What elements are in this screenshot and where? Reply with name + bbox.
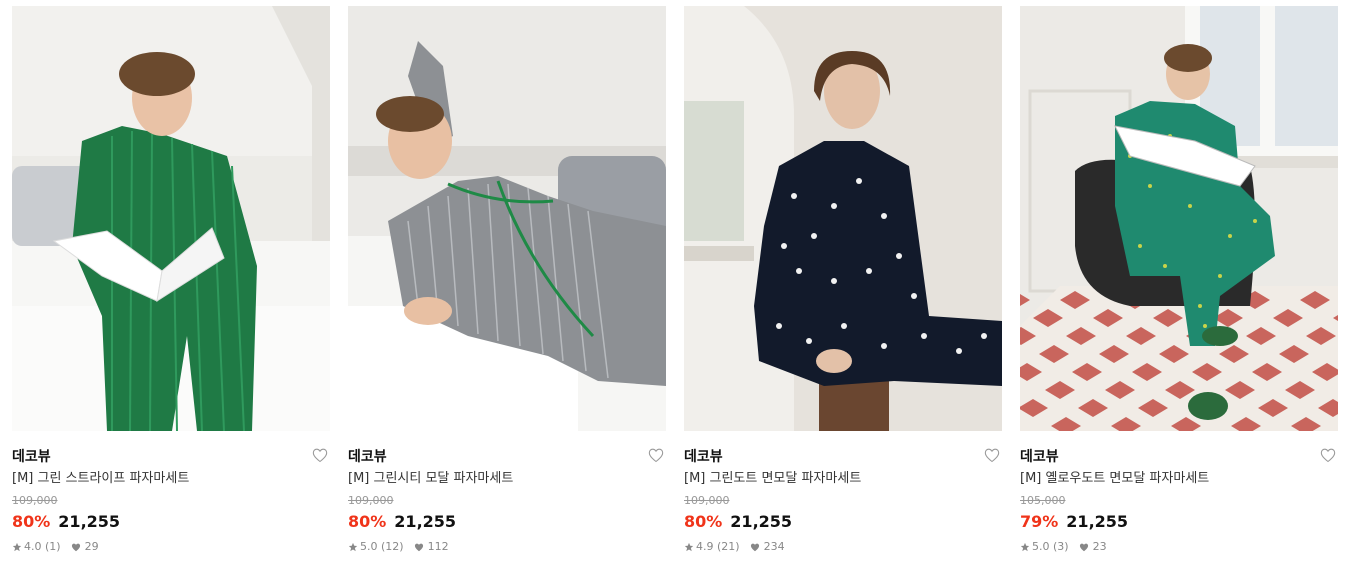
likes-count: 29 <box>84 540 99 553</box>
product-card[interactable]: 데코뷰 [M] 그린 스트라이프 파자마세트 109,000 80% 21,255… <box>12 6 330 554</box>
heart-filled-icon <box>414 543 423 551</box>
brand-row: 데코뷰 <box>12 446 330 466</box>
brand-name[interactable]: 데코뷰 <box>684 449 723 465</box>
discount-rate: 80% <box>348 512 387 531</box>
likes-count: 23 <box>1092 540 1107 553</box>
original-price: 105,000 <box>1020 494 1066 507</box>
original-price: 109,000 <box>348 494 394 507</box>
brand-row: 데코뷰 <box>1020 446 1338 466</box>
product-title[interactable]: [M] 그린도트 면모달 파자마세트 <box>684 470 1002 488</box>
heart-filled-icon <box>1079 543 1088 551</box>
heart-filled-icon <box>71 543 80 551</box>
star-icon <box>1020 542 1030 552</box>
heart-outline-icon[interactable] <box>648 448 664 463</box>
product-card[interactable]: 데코뷰 [M] 옐로우도트 면모달 파자마세트 105,000 79% 21,25… <box>1020 6 1338 554</box>
rating-text: 4.9 (21) <box>696 540 740 553</box>
product-title[interactable]: [M] 옐로우도트 면모달 파자마세트 <box>1020 470 1338 488</box>
star-icon <box>12 542 22 552</box>
heart-filled-icon <box>750 543 759 551</box>
original-price: 109,000 <box>684 494 730 507</box>
product-card[interactable]: 데코뷰 [M] 그린도트 면모달 파자마세트 109,000 80% 21,255… <box>684 6 1002 554</box>
product-meta: 4.0 (1) 29 <box>12 540 330 554</box>
likes-count: 234 <box>763 540 785 553</box>
price-row: 80% 21,255 <box>684 512 1002 532</box>
rating-text: 4.0 (1) <box>24 540 61 553</box>
heart-outline-icon[interactable] <box>1320 448 1336 463</box>
product-meta: 5.0 (3) 23 <box>1020 540 1338 554</box>
brand-name[interactable]: 데코뷰 <box>348 449 387 465</box>
rating-text: 5.0 (3) <box>1032 540 1069 553</box>
brand-row: 데코뷰 <box>684 446 1002 466</box>
brand-name[interactable]: 데코뷰 <box>1020 449 1059 465</box>
sale-price: 21,255 <box>1066 512 1129 531</box>
product-card[interactable]: 데코뷰 [M] 그린시티 모달 파자마세트 109,000 80% 21,255 … <box>348 6 666 554</box>
discount-rate: 79% <box>1020 512 1059 531</box>
product-meta: 5.0 (12) 112 <box>348 540 666 554</box>
original-price: 109,000 <box>12 494 58 507</box>
price-row: 80% 21,255 <box>12 512 330 532</box>
product-image[interactable] <box>1020 6 1338 431</box>
brand-row: 데코뷰 <box>348 446 666 466</box>
sale-price: 21,255 <box>730 512 793 531</box>
heart-outline-icon[interactable] <box>312 448 328 463</box>
price-row: 79% 21,255 <box>1020 512 1338 532</box>
brand-name[interactable]: 데코뷰 <box>12 449 51 465</box>
product-title[interactable]: [M] 그린시티 모달 파자마세트 <box>348 470 666 488</box>
rating-text: 5.0 (12) <box>360 540 404 553</box>
sale-price: 21,255 <box>58 512 121 531</box>
product-image[interactable] <box>684 6 1002 431</box>
star-icon <box>348 542 358 552</box>
likes-count: 112 <box>427 540 449 553</box>
product-image[interactable] <box>348 6 666 431</box>
discount-rate: 80% <box>12 512 51 531</box>
product-image[interactable] <box>12 6 330 431</box>
star-icon <box>684 542 694 552</box>
discount-rate: 80% <box>684 512 723 531</box>
sale-price: 21,255 <box>394 512 457 531</box>
product-title[interactable]: [M] 그린 스트라이프 파자마세트 <box>12 470 330 488</box>
product-meta: 4.9 (21) 234 <box>684 540 1002 554</box>
price-row: 80% 21,255 <box>348 512 666 532</box>
heart-outline-icon[interactable] <box>984 448 1000 463</box>
